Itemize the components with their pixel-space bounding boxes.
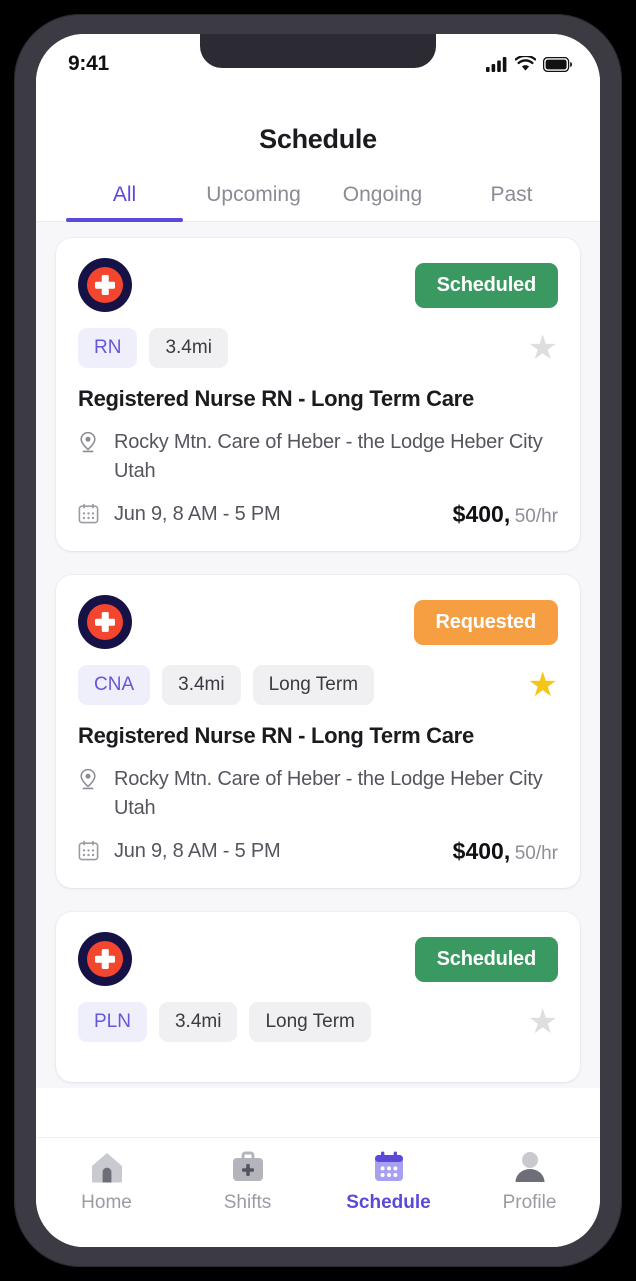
wifi-icon: [515, 56, 536, 71]
shift-title: Registered Nurse RN - Long Term Care: [78, 386, 474, 411]
tag-role: RN: [78, 328, 138, 368]
calendar-icon: [78, 503, 100, 529]
shift-card[interactable]: Scheduled RN 3.4mi ★ Registered Nurse RN…: [56, 238, 580, 551]
battery-icon: [543, 56, 572, 72]
tag-distance: 3.4mi: [149, 328, 228, 368]
status-icons: [486, 56, 572, 72]
tag-row: CNA 3.4mi Long Term ★: [78, 665, 558, 705]
date-text: Jun 9, 8 AM - 5 PM: [114, 840, 281, 862]
nav-label: Profile: [502, 1192, 557, 1213]
card-header: Scheduled: [78, 258, 558, 312]
status-badge[interactable]: Scheduled: [414, 936, 558, 982]
nav-label: Shifts: [223, 1192, 272, 1213]
home-icon: [91, 1153, 122, 1183]
tag-row: PLN 3.4mi Long Term ★: [78, 1002, 558, 1042]
device-notch: [200, 34, 436, 68]
bottom-navigation: Home Shifts Schedule Profile: [36, 1137, 600, 1247]
tag-type: Long Term: [249, 1002, 371, 1042]
tag-distance: 3.4mi: [162, 665, 241, 705]
price-total: $400,: [452, 501, 511, 527]
nav-item-profile[interactable]: Profile: [459, 1150, 600, 1214]
calendar-icon: [374, 1151, 403, 1181]
nav-item-shifts[interactable]: Shifts: [177, 1150, 318, 1214]
tab-past[interactable]: Past: [447, 183, 576, 221]
shift-title: Registered Nurse RN - Long Term Care: [78, 723, 474, 748]
price: $400, 50/hr: [453, 838, 558, 865]
medical-cross-logo-icon: [78, 595, 132, 649]
tag-row: RN 3.4mi ★: [78, 328, 558, 368]
shift-card[interactable]: Requested CNA 3.4mi Long Term ★ Register…: [56, 575, 580, 888]
shift-card[interactable]: Scheduled PLN 3.4mi Long Term ★: [56, 912, 580, 1082]
phone-frame: 9:41 Schedule All Upcoming Ongoing Past …: [14, 14, 622, 1267]
medical-cross-logo-icon: [78, 258, 132, 312]
status-time: 9:41: [68, 52, 109, 75]
location-row: Rocky Mtn. Care of Heber - the Lodge Heb…: [78, 765, 558, 823]
price-total: $400,: [452, 838, 511, 864]
card-header: Requested: [78, 595, 558, 649]
location-text: Rocky Mtn. Care of Heber - the Lodge Heb…: [114, 431, 543, 482]
location-pin-icon: [78, 768, 100, 795]
nav-label: Home: [81, 1192, 132, 1213]
nav-item-schedule[interactable]: Schedule: [318, 1150, 459, 1214]
favorite-star-icon[interactable]: ★: [528, 668, 558, 702]
location-pin-icon: [78, 431, 100, 458]
card-header: Scheduled: [78, 932, 558, 986]
person-icon: [515, 1152, 544, 1182]
favorite-star-icon[interactable]: ★: [528, 331, 558, 365]
schedule-list[interactable]: Scheduled RN 3.4mi ★ Registered Nurse RN…: [36, 222, 600, 1088]
date-row: Jun 9, 8 AM - 5 PM $400, 50/hr: [78, 500, 558, 529]
signal-icon: [486, 57, 507, 72]
date-row: Jun 9, 8 AM - 5 PM $400, 50/hr: [78, 837, 558, 866]
status-badge[interactable]: Scheduled: [414, 262, 558, 308]
status-badge[interactable]: Requested: [413, 599, 558, 645]
page-title: Schedule: [36, 86, 600, 155]
tab-bar: All Upcoming Ongoing Past: [36, 155, 600, 222]
calendar-icon: [78, 840, 100, 866]
phone-screen: 9:41 Schedule All Upcoming Ongoing Past …: [36, 34, 600, 1247]
tag-role: CNA: [78, 665, 151, 705]
tab-upcoming[interactable]: Upcoming: [189, 183, 318, 221]
tab-ongoing[interactable]: Ongoing: [318, 183, 447, 221]
location-row: Rocky Mtn. Care of Heber - the Lodge Heb…: [78, 428, 558, 486]
tag-distance: 3.4mi: [158, 1002, 238, 1042]
date-text: Jun 9, 8 AM - 5 PM: [114, 503, 281, 525]
price-rate: 50/hr: [514, 843, 558, 864]
tab-all[interactable]: All: [60, 183, 189, 222]
medical-cross-logo-icon: [78, 932, 132, 986]
nav-item-home[interactable]: Home: [36, 1150, 177, 1214]
tag-type: Long Term: [252, 665, 375, 705]
nav-label: Schedule: [346, 1192, 431, 1213]
tag-role: PLN: [78, 1002, 147, 1042]
location-text: Rocky Mtn. Care of Heber - the Lodge Heb…: [114, 768, 543, 819]
price: $400, 50/hr: [453, 501, 558, 528]
price-rate: 50/hr: [514, 506, 558, 527]
medical-bag-icon: [232, 1151, 263, 1181]
favorite-star-icon[interactable]: ★: [528, 1005, 558, 1039]
